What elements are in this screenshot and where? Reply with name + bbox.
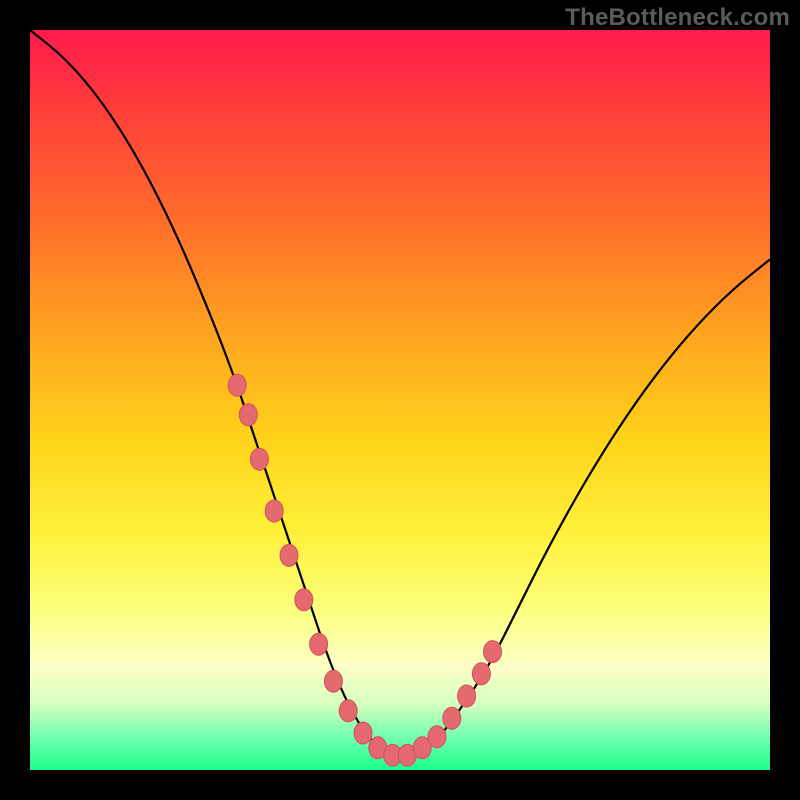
marker-dot [265,500,283,522]
marker-dot [458,685,476,707]
marker-dot [484,641,502,663]
marker-dot [472,663,490,685]
marker-dot [354,722,372,744]
marker-dot [443,707,461,729]
chart-svg [30,30,770,770]
curve-line [30,30,770,754]
marker-dot [339,700,357,722]
watermark-text: TheBottleneck.com [565,4,790,32]
marker-dot [228,374,246,396]
plot-area [30,30,770,770]
marker-dot [324,670,342,692]
marker-dot [310,633,328,655]
marker-dot [239,404,257,426]
marker-dot [428,726,446,748]
marker-dot [295,589,313,611]
chart-frame: TheBottleneck.com [0,0,800,800]
marker-dot [280,544,298,566]
marker-dot [250,448,268,470]
